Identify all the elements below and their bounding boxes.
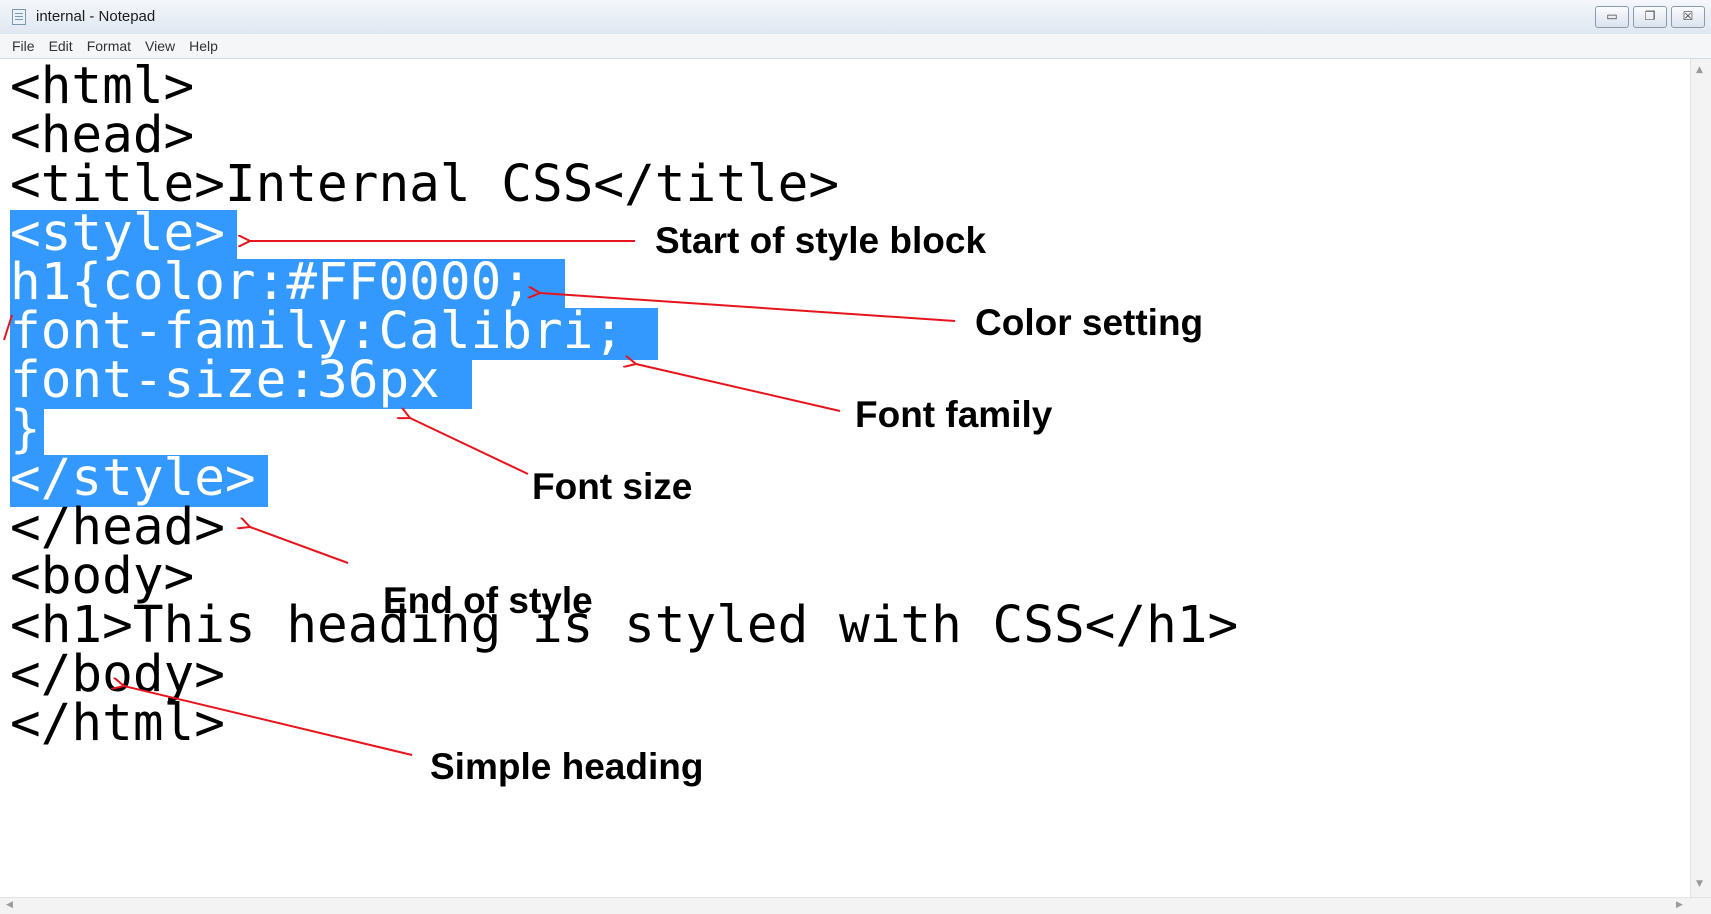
window-title: internal - Notepad <box>36 8 156 25</box>
scroll-right-icon[interactable]: ▶ <box>1676 900 1683 910</box>
annotation-simple-heading: Simple heading <box>430 746 704 787</box>
scroll-down-icon[interactable]: ▼ <box>1696 879 1703 889</box>
code-line-selected: font-size:36px <box>10 351 440 410</box>
menu-view[interactable]: View <box>138 34 182 54</box>
minimize-button[interactable]: ▭ <box>1595 6 1629 28</box>
menu-file[interactable]: File <box>0 34 42 54</box>
title-bar: internal - Notepad ▭ ❐ ☒ <box>0 0 1711 35</box>
menu-help[interactable]: Help <box>182 34 225 54</box>
annotation-start-style: Start of style block <box>655 220 987 261</box>
restore-button[interactable]: ❐ <box>1633 6 1667 28</box>
scroll-up-icon[interactable]: ▲ <box>1696 65 1703 75</box>
window-controls: ▭ ❐ ☒ <box>1595 6 1705 28</box>
menu-bar: File Edit Format View Help <box>0 34 1711 59</box>
scroll-left-icon[interactable]: ◀ <box>6 900 13 910</box>
annotation-color-setting: Color setting <box>975 302 1204 343</box>
annotation-end-style: End of style <box>383 580 593 621</box>
annotation-font-family: Font family <box>855 394 1053 435</box>
annotation-font-size: Font size <box>532 466 693 507</box>
menu-format[interactable]: Format <box>80 34 138 54</box>
vertical-scrollbar[interactable]: ▲ ▼ <box>1690 59 1711 897</box>
notepad-icon <box>12 9 26 25</box>
text-editor[interactable]: <html> <head> <title>Internal CSS</title… <box>0 59 1690 897</box>
code-line: </html> <box>10 694 225 753</box>
menu-edit[interactable]: Edit <box>42 34 80 54</box>
horizontal-scrollbar[interactable]: ◀ ▶ <box>0 897 1711 914</box>
close-button[interactable]: ☒ <box>1671 6 1705 28</box>
